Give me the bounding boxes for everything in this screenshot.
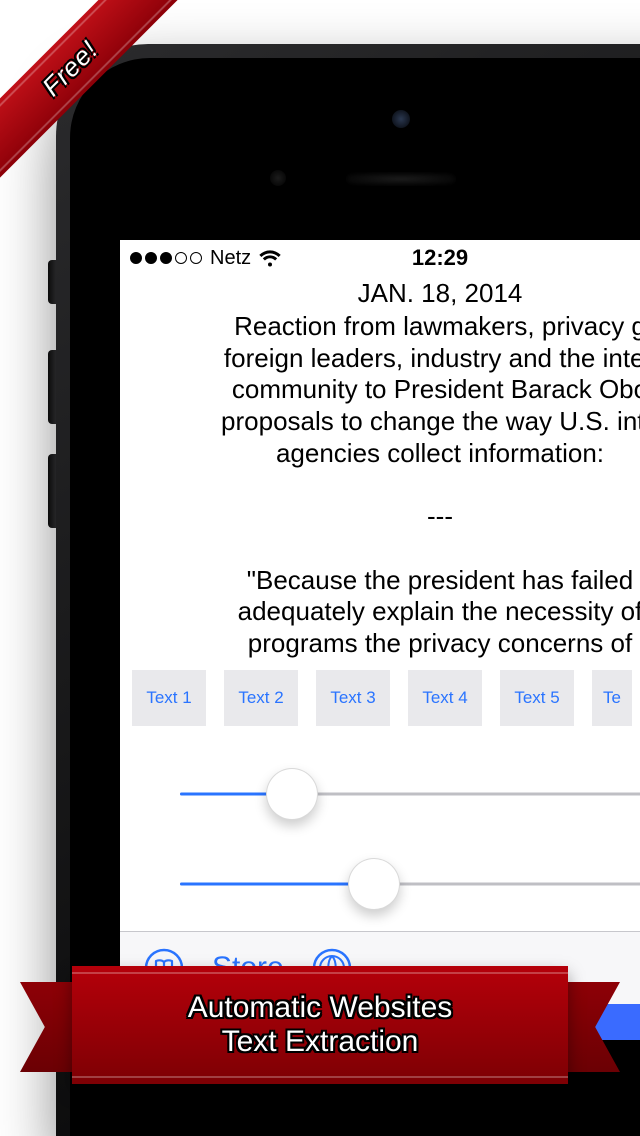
tab-text-1[interactable]: Text 1 xyxy=(132,670,206,726)
banner-line-2: Text Extraction xyxy=(222,1025,419,1060)
volume-down-button xyxy=(48,454,56,528)
article-body: Reaction from lawmakers, privacy g forei… xyxy=(128,311,640,660)
slider-1[interactable] xyxy=(180,764,640,824)
clock: 12:29 xyxy=(120,245,640,271)
feature-banner: Automatic Websites Text Extraction xyxy=(0,966,640,1136)
tab-text-5[interactable]: Text 5 xyxy=(500,670,574,726)
slider-2[interactable] xyxy=(180,854,640,914)
tab-text-6[interactable]: Te xyxy=(592,670,632,726)
mute-switch xyxy=(48,260,56,304)
proximity-sensor xyxy=(270,170,286,186)
banner-line-1: Automatic Websites xyxy=(188,991,453,1026)
tab-text-4[interactable]: Text 4 xyxy=(408,670,482,726)
article-date: JAN. 18, 2014 xyxy=(128,278,640,309)
text-tabs: Text 1 Text 2 Text 3 Text 4 Text 5 Te xyxy=(120,660,640,744)
tab-text-3[interactable]: Text 3 xyxy=(316,670,390,726)
article-content: JAN. 18, 2014 Reaction from lawmakers, p… xyxy=(120,278,640,660)
volume-up-button xyxy=(48,350,56,424)
status-bar: Netz 12:29 xyxy=(120,240,640,276)
tab-text-2[interactable]: Text 2 xyxy=(224,670,298,726)
earpiece-speaker xyxy=(346,172,456,186)
app-screen: Netz 12:29 JAN. 18, 2014 Reaction from l… xyxy=(120,240,640,1040)
slider-2-thumb[interactable] xyxy=(348,858,400,910)
slider-1-thumb[interactable] xyxy=(266,768,318,820)
front-camera xyxy=(392,110,410,128)
